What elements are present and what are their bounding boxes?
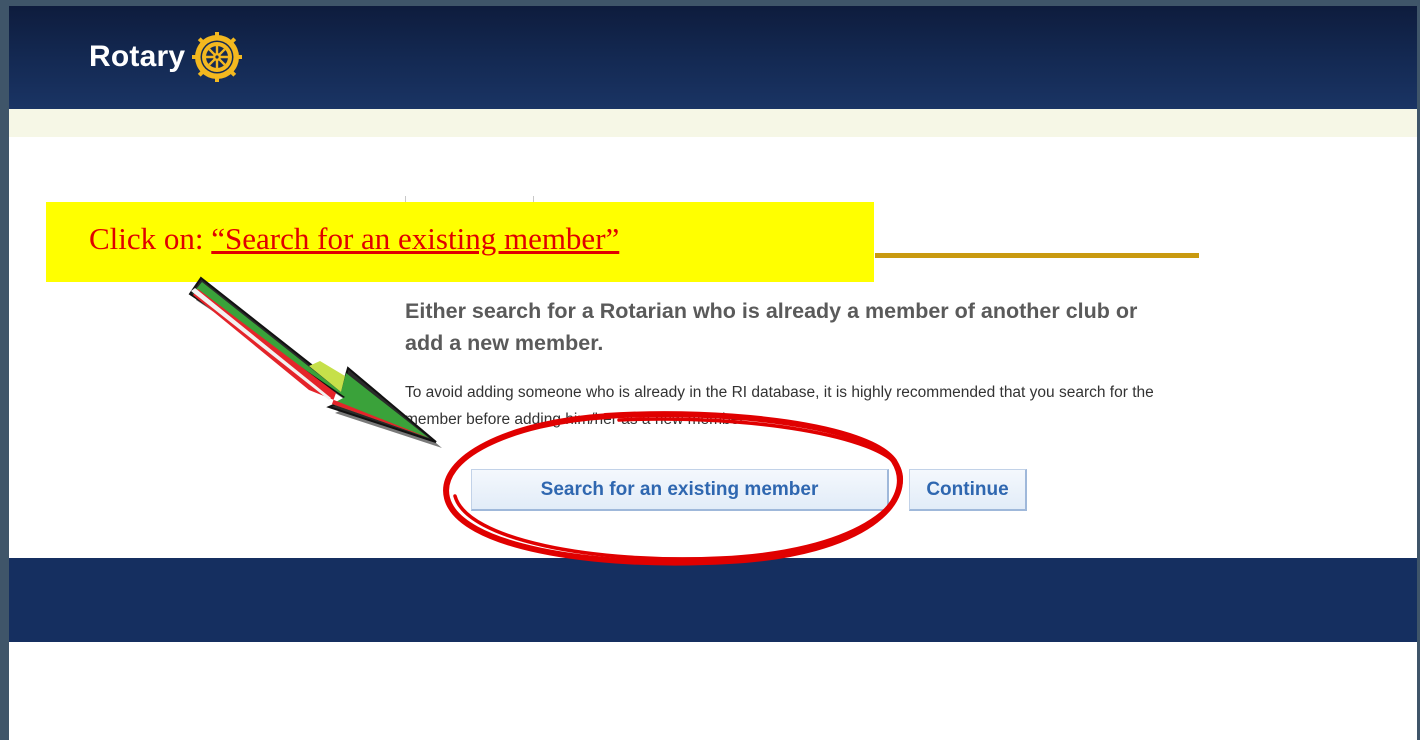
page-frame: Rotary Click on: “Search for an existing… [9,6,1417,740]
site-header: Rotary [9,6,1417,109]
page-heading: Either search for a Rotarian who is alre… [405,299,1138,355]
callout-prefix: Click on: [89,221,212,256]
section-rule [875,253,1199,258]
sub-navigation-bar [9,109,1417,137]
page-description: To avoid adding someone who is already i… [405,384,1154,428]
instruction-callout: Click on: “Search for an existing member… [46,202,874,282]
rotary-brand[interactable]: Rotary [89,32,243,82]
callout-text: Click on: “Search for an existing member… [89,221,619,256]
search-existing-member-button[interactable]: Search for an existing member [471,469,889,511]
callout-link-text: “Search for an existing member” [211,221,620,256]
rotary-wheel-icon [192,32,243,82]
continue-button[interactable]: Continue [909,469,1027,511]
brand-name: Rotary [89,40,186,73]
site-footer [9,558,1417,642]
